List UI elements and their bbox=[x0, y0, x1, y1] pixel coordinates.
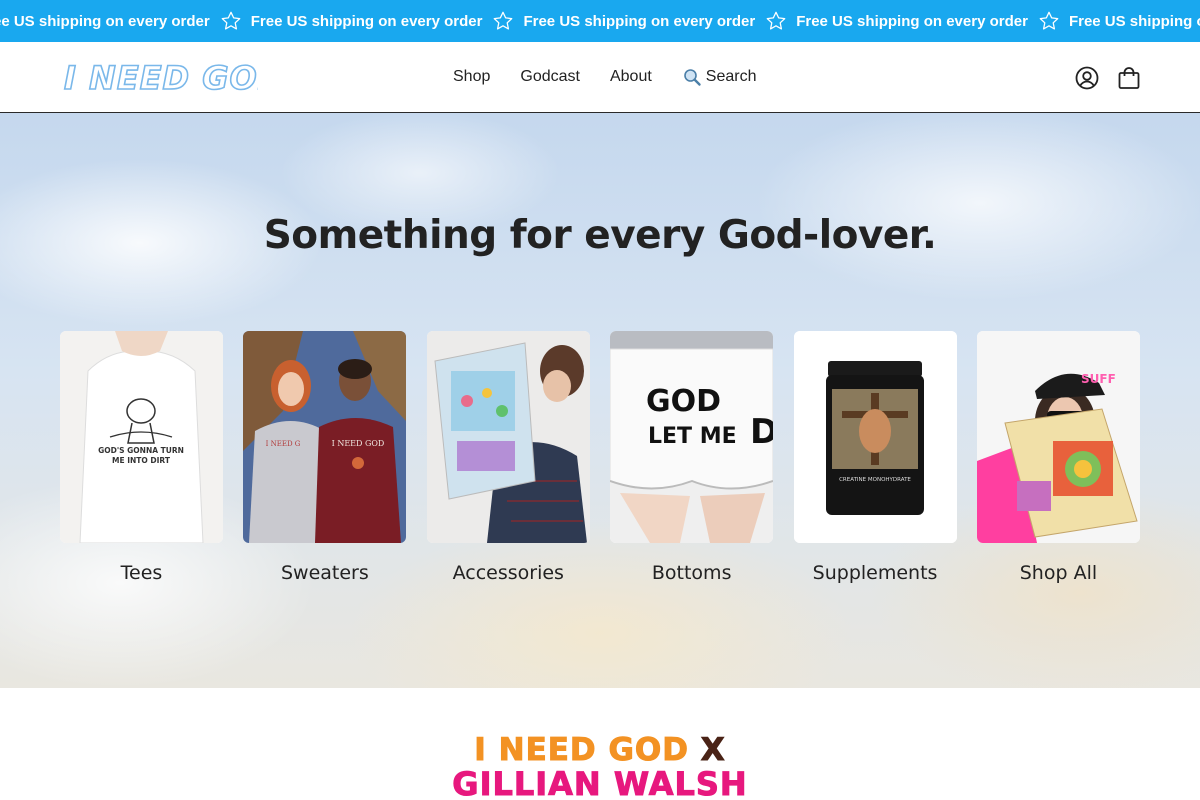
sweaters-image[interactable]: I NEED GOD I NEED G bbox=[243, 331, 407, 543]
svg-text:I NEED G: I NEED G bbox=[266, 440, 301, 448]
svg-text:SUFF: SUFF bbox=[1081, 372, 1116, 386]
search-label: Search bbox=[705, 68, 757, 85]
announcement-item: Free US shipping on every order bbox=[0, 10, 251, 32]
category-label[interactable]: Bottoms bbox=[610, 562, 773, 584]
collab-x: X bbox=[700, 732, 726, 769]
announcement-text: Free US shipping on every order bbox=[1068, 12, 1200, 30]
supplements-image[interactable]: CREATINE MONOHYDRATE bbox=[793, 331, 957, 543]
nav-link-about[interactable]: About bbox=[610, 66, 652, 88]
announcement-item: Free US shipping on every order bbox=[523, 10, 796, 32]
search-button[interactable]: Search bbox=[682, 67, 757, 87]
announcement-bar: Free US shipping on every order Free US … bbox=[0, 0, 1200, 42]
category-label[interactable]: Shop All bbox=[977, 562, 1140, 584]
category-tees[interactable]: GOD'S GONNA TURN ME INTO DIRT Tees bbox=[60, 331, 223, 584]
shop-all-image[interactable]: SUFF bbox=[976, 331, 1140, 543]
category-label[interactable]: Accessories bbox=[427, 562, 590, 584]
category-label[interactable]: Tees bbox=[60, 562, 223, 584]
category-grid: GOD'S GONNA TURN ME INTO DIRT Tees I NEE… bbox=[60, 331, 1140, 584]
announcement-item: Free US shipping on every order bbox=[1069, 10, 1200, 32]
svg-text:CREATINE MONOHYDRATE: CREATINE MONOHYDRATE bbox=[839, 477, 911, 483]
cart-icon[interactable] bbox=[1116, 65, 1142, 91]
hero-section: Something for every God-lover. GOD'S GON… bbox=[0, 113, 1200, 688]
accessories-image[interactable] bbox=[426, 331, 590, 543]
announcement-text: Free US shipping on every order bbox=[523, 12, 756, 30]
announcement-text: Free US shipping on every order bbox=[0, 12, 210, 30]
svg-text:GOD'S GONNA TURN: GOD'S GONNA TURN bbox=[98, 446, 184, 455]
collab-heading: I NEED GOD X bbox=[0, 732, 1200, 769]
announcement-text: Free US shipping on every order bbox=[796, 12, 1028, 30]
svg-text:I NEED GOD: I NEED GOD bbox=[332, 439, 385, 448]
logo[interactable]: I NEED GOD bbox=[62, 57, 258, 97]
category-accessories[interactable]: Accessories bbox=[426, 331, 590, 584]
search-icon bbox=[683, 69, 701, 86]
bottoms-image[interactable]: GOD LET ME D bbox=[610, 331, 774, 543]
svg-text:ME INTO DIRT: ME INTO DIRT bbox=[112, 456, 171, 465]
nav-link-godcast[interactable]: Godcast bbox=[520, 66, 580, 88]
svg-text:LET ME: LET ME bbox=[648, 424, 737, 449]
category-label[interactable]: Sweaters bbox=[243, 562, 406, 584]
tee-image[interactable]: GOD'S GONNA TURN ME INTO DIRT bbox=[60, 331, 223, 543]
nav-link-shop[interactable]: Shop bbox=[453, 66, 490, 88]
category-bottoms[interactable]: GOD LET ME D Bottoms bbox=[610, 331, 774, 584]
star-icon bbox=[494, 11, 513, 30]
star-icon bbox=[1039, 11, 1059, 30]
collab-section: I NEED GOD X GILLIAN WALSH bbox=[0, 688, 1200, 800]
announcement-item: Free US shipping on every order bbox=[796, 10, 1069, 32]
svg-text:D: D bbox=[750, 412, 773, 452]
star-icon bbox=[221, 11, 241, 30]
announcement-text: Free US shipping on every order bbox=[250, 12, 483, 30]
category-sweaters[interactable]: I NEED GOD I NEED G Sweaters bbox=[243, 331, 407, 584]
category-shop-all[interactable]: SUFF Shop All bbox=[976, 331, 1140, 584]
main-nav: Shop Godcast About Search bbox=[453, 66, 756, 88]
announcement-item: Free US shipping on every order bbox=[251, 10, 524, 32]
header-actions bbox=[1074, 65, 1142, 91]
account-icon[interactable] bbox=[1074, 65, 1100, 91]
collab-brand: I NEED GOD bbox=[474, 732, 689, 769]
logo-text: I NEED GOD bbox=[64, 59, 258, 97]
category-label[interactable]: Supplements bbox=[794, 562, 957, 584]
svg-text:GOD: GOD bbox=[646, 384, 721, 419]
collab-partner: GILLIAN WALSH bbox=[452, 765, 748, 800]
category-supplements[interactable]: CREATINE MONOHYDRATE Supplements bbox=[793, 331, 957, 584]
announcement-track: Free US shipping on every order Free US … bbox=[0, 0, 1200, 42]
hero-title: Something for every God-lover. bbox=[263, 213, 937, 258]
site-header: I NEED GOD Shop Godcast About Search bbox=[0, 42, 1200, 113]
star-icon bbox=[766, 11, 786, 30]
